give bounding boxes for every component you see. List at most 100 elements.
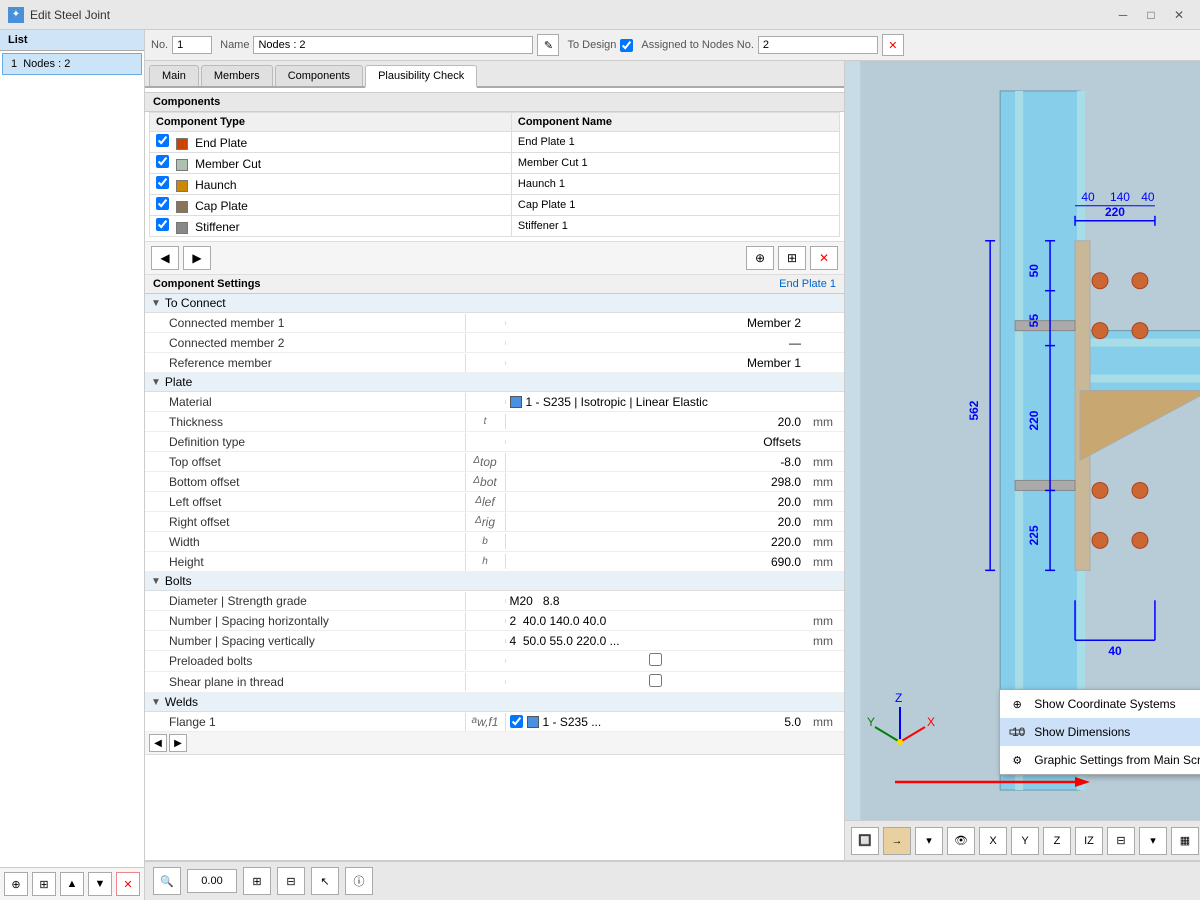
table-row[interactable]: End Plate End Plate 1: [150, 132, 840, 153]
view-display-btn[interactable]: ⊟: [1107, 827, 1135, 855]
view-navigate-button[interactable]: 🔲: [851, 827, 879, 855]
footer-grid-button[interactable]: ⊞: [243, 867, 271, 895]
form-panel: Main Members Components Plausibility Che…: [145, 61, 845, 860]
material-value: 1 - S235 | Isotropic | Linear Elastic: [526, 395, 708, 409]
footer-bar: 🔍 ⊞ ⊟ ↖ ⓘ Cancel Apply: [145, 860, 1200, 900]
footer-info-button[interactable]: ⓘ: [345, 867, 373, 895]
dropdown-show-coordinate[interactable]: ⊕ Show Coordinate Systems: [1000, 690, 1200, 718]
component-settings-header: Component Settings End Plate 1: [145, 275, 844, 294]
component-checkbox[interactable]: [156, 197, 169, 210]
dimensions-svg-icon: 10: [1009, 724, 1025, 740]
svg-text:Y: Y: [867, 715, 875, 729]
flange1-material-box: [527, 716, 539, 728]
sidebar-delete-button[interactable]: ✕: [116, 872, 140, 896]
assigned-field: Assigned to Nodes No. ✕: [641, 34, 904, 56]
no-input[interactable]: [172, 36, 212, 54]
name-edit-button[interactable]: ✎: [537, 34, 559, 56]
window-controls: ─ □ ✕: [1110, 5, 1192, 25]
preloaded-bolts-checkbox[interactable]: [649, 653, 662, 666]
sidebar-bottom-toolbar: ⊕ ⊞ ▲ ▼ ✕: [0, 867, 144, 900]
copy-component-button[interactable]: ⊞: [778, 246, 806, 270]
prop-group-bolts-header[interactable]: ▼ Bolts: [145, 572, 844, 591]
sidebar-down-button[interactable]: ▼: [88, 872, 112, 896]
component-type-cell: Member Cut: [150, 153, 512, 174]
component-checkbox[interactable]: [156, 176, 169, 189]
sidebar-add-button[interactable]: ⊕: [4, 872, 28, 896]
view-z-axis[interactable]: Z: [1043, 827, 1071, 855]
form-scroll: Components Component Type Component Name: [145, 88, 844, 860]
component-color: [176, 201, 188, 213]
tab-plausibility-check[interactable]: Plausibility Check: [365, 65, 477, 88]
to-design-checkbox[interactable]: [620, 39, 633, 52]
component-checkbox[interactable]: [156, 218, 169, 231]
view-render-btn[interactable]: ▦: [1171, 827, 1199, 855]
maximize-button[interactable]: □: [1138, 5, 1164, 25]
view-display-dropdown[interactable]: ▾: [1139, 827, 1167, 855]
component-name-cell: Member Cut 1: [511, 153, 839, 174]
svg-text:50: 50: [1027, 264, 1041, 278]
footer-search-button[interactable]: 🔍: [153, 867, 181, 895]
table-row[interactable]: Cap Plate Cap Plate 1: [150, 195, 840, 216]
tab-components[interactable]: Components: [275, 65, 363, 86]
assigned-clear-button[interactable]: ✕: [882, 34, 904, 56]
dropdown-graphic-settings[interactable]: ⚙ Graphic Settings from Main Screen: [1000, 746, 1200, 774]
sidebar-item[interactable]: 1 Nodes : 2: [2, 53, 142, 75]
prop-diameter-strength: Diameter | Strength grade M20 8.8: [145, 591, 844, 611]
minimize-button[interactable]: ─: [1110, 5, 1136, 25]
view-eye-button[interactable]: 👁: [947, 827, 975, 855]
no-field: No.: [151, 36, 212, 54]
tab-members[interactable]: Members: [201, 65, 273, 86]
name-label: Name: [220, 39, 249, 51]
close-button[interactable]: ✕: [1166, 5, 1192, 25]
component-checkbox[interactable]: [156, 155, 169, 168]
sidebar-header: List: [0, 30, 144, 51]
sidebar-copy-button[interactable]: ⊞: [32, 872, 56, 896]
add-component-button[interactable]: ⊕: [746, 246, 774, 270]
component-type-cell: Cap Plate: [150, 195, 512, 216]
svg-text:40: 40: [1141, 190, 1155, 204]
view-arrow-dropdown[interactable]: ▾: [915, 827, 943, 855]
expand-icon: ▼: [151, 298, 161, 309]
view-iz-axis[interactable]: IZ: [1075, 827, 1103, 855]
split-panel: Main Members Components Plausibility Che…: [145, 61, 1200, 860]
footer-table-button[interactable]: ⊟: [277, 867, 305, 895]
prop-preloaded-bolts: Preloaded bolts: [145, 651, 844, 672]
prop-group-plate: ▼ Plate Material 1 - S235 | Isotropic | …: [145, 373, 844, 572]
settings-title: Component Settings: [153, 278, 261, 290]
group-label: To Connect: [165, 296, 226, 310]
table-row[interactable]: Haunch Haunch 1: [150, 174, 840, 195]
dropdown-show-dimensions[interactable]: 10 Show Dimensions: [1000, 718, 1200, 746]
shear-plane-checkbox[interactable]: [649, 674, 662, 687]
table-row[interactable]: Stiffener Stiffener 1: [150, 216, 840, 237]
view-x-axis[interactable]: X: [979, 827, 1007, 855]
table-row[interactable]: Member Cut Member Cut 1: [150, 153, 840, 174]
view-y-axis[interactable]: Y: [1011, 827, 1039, 855]
app-icon: ✦: [8, 7, 24, 23]
tab-main[interactable]: Main: [149, 65, 199, 86]
sidebar-content: 1 Nodes : 2: [0, 51, 144, 867]
prop-group-welds-header[interactable]: ▼ Welds: [145, 693, 844, 712]
prop-group-plate-header[interactable]: ▼ Plate: [145, 373, 844, 392]
view-arrow-btn[interactable]: →: [883, 827, 911, 855]
move-left-button[interactable]: ◀: [151, 246, 179, 270]
svg-text:220: 220: [1105, 205, 1125, 219]
flange1-checkbox[interactable]: [510, 715, 523, 728]
sidebar-up-button[interactable]: ▲: [60, 872, 84, 896]
coordinate-icon: ⊕: [1008, 695, 1026, 713]
prop-height: Height h 690.0 mm: [145, 552, 844, 572]
prop-definition-type: Definition type Offsets: [145, 432, 844, 452]
prop-group-to-connect-header[interactable]: ▼ To Connect: [145, 294, 844, 313]
footer-cursor-button[interactable]: ↖: [311, 867, 339, 895]
component-checkbox[interactable]: [156, 134, 169, 147]
flange1-material: 1 - S235 ...: [543, 715, 602, 729]
scroll-left-button[interactable]: ◀: [149, 734, 167, 752]
prop-connected-member-1: Connected member 1 Member 2: [145, 313, 844, 333]
assigned-input[interactable]: [758, 36, 878, 54]
footer-value-input[interactable]: [187, 869, 237, 893]
component-name-cell: End Plate 1: [511, 132, 839, 153]
tab-bar: Main Members Components Plausibility Che…: [145, 61, 844, 88]
name-input[interactable]: [253, 36, 533, 54]
move-right-button[interactable]: ▶: [183, 246, 211, 270]
delete-component-button[interactable]: ✕: [810, 246, 838, 270]
scroll-right-button[interactable]: ▶: [169, 734, 187, 752]
